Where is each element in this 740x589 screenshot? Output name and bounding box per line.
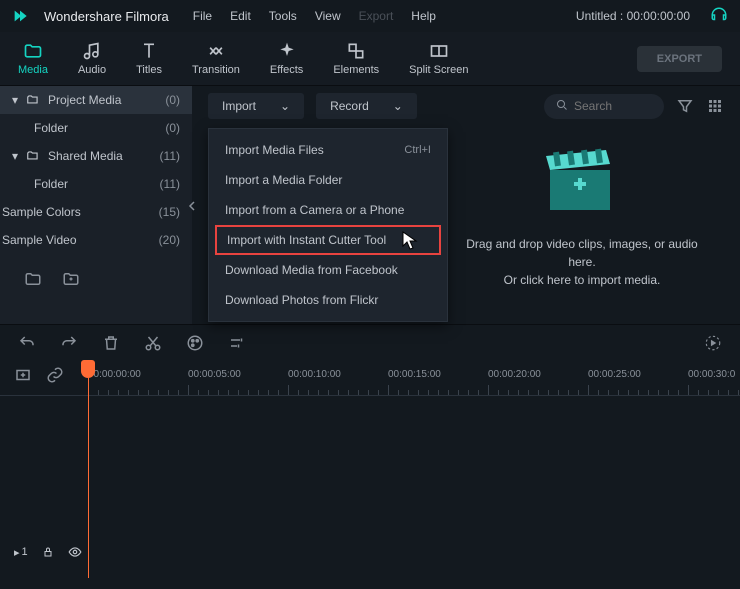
support-icon[interactable]: [710, 6, 728, 27]
panel-expand-handle[interactable]: [188, 196, 196, 216]
chevron-down-icon: ▾: [12, 93, 24, 107]
tab-titles[interactable]: Titles: [136, 41, 162, 76]
sidebar-item-shared-media[interactable]: ▾ Shared Media (11): [0, 142, 192, 170]
transition-icon: [206, 41, 226, 61]
drop-text-1: Drag and drop video clips, images, or au…: [452, 235, 712, 271]
menu-import-camera-phone[interactable]: Import from a Camera or a Phone: [209, 195, 447, 225]
folder-icon: [23, 41, 43, 61]
chevron-down-icon: ▾: [12, 149, 24, 163]
main-area: ▾ Project Media (0) Folder (0) ▾ Shared …: [0, 86, 740, 324]
sparkle-icon: [277, 41, 297, 61]
redo-icon[interactable]: [60, 334, 78, 352]
visibility-icon[interactable]: [68, 545, 82, 559]
new-folder-icon[interactable]: [24, 270, 42, 286]
chevron-down-icon: ⌄: [393, 99, 403, 113]
menu-download-flickr[interactable]: Download Photos from Flickr: [209, 285, 447, 315]
titlebar: Wondershare Filmora File Edit Tools View…: [0, 0, 740, 32]
filter-icon[interactable]: [676, 97, 694, 115]
track-controls: ▸1: [14, 545, 82, 559]
import-menu: Import Media Files Ctrl+I Import a Media…: [208, 128, 448, 322]
folder-open-icon: [26, 93, 42, 107]
sidebar-item-project-media[interactable]: ▾ Project Media (0): [0, 86, 192, 114]
color-icon[interactable]: [186, 334, 204, 352]
sidebar-item-sample-colors[interactable]: Sample Colors (15): [0, 198, 192, 226]
split-icon: [429, 41, 449, 61]
tab-effects[interactable]: Effects: [270, 41, 303, 76]
menu-export: Export: [359, 9, 394, 23]
project-title: Untitled : 00:00:00:00: [576, 9, 690, 23]
timeline: 00:00:00:00 00:00:05:00 00:00:10:00 00:00:1…: [0, 360, 740, 589]
cursor-icon: [402, 231, 418, 251]
lock-icon[interactable]: [42, 546, 54, 558]
folder-open-icon: [26, 149, 42, 163]
search-icon: [556, 99, 568, 114]
tab-elements[interactable]: Elements: [333, 41, 379, 76]
delete-icon[interactable]: [102, 334, 120, 352]
ruler-stamp: 00:00:20:00: [488, 369, 541, 380]
track-badge[interactable]: ▸1: [14, 546, 28, 559]
menu-help[interactable]: Help: [411, 9, 436, 23]
search-box[interactable]: [544, 94, 664, 119]
playhead[interactable]: [88, 360, 95, 578]
menu-import-media-folder[interactable]: Import a Media Folder: [209, 165, 447, 195]
tab-split-screen[interactable]: Split Screen: [409, 41, 468, 76]
tab-media[interactable]: Media: [18, 41, 48, 76]
timeline-ruler[interactable]: 00:00:00:00 00:00:05:00 00:00:10:00 00:00:1…: [0, 360, 740, 396]
sidebar-item-folder-1[interactable]: Folder (0): [0, 114, 192, 142]
folder-plus-icon[interactable]: [62, 270, 80, 286]
sidebar: ▾ Project Media (0) Folder (0) ▾ Shared …: [0, 86, 192, 324]
grid-view-icon[interactable]: [706, 97, 724, 115]
menu-bar: File Edit Tools View Export Help: [193, 9, 436, 23]
shapes-icon: [346, 41, 366, 61]
sidebar-item-folder-2[interactable]: Folder (11): [0, 170, 192, 198]
drop-zone[interactable]: Drag and drop video clips, images, or au…: [452, 146, 712, 289]
export-button[interactable]: EXPORT: [637, 46, 722, 72]
drop-text-2: Or click here to import media.: [452, 271, 712, 289]
tab-audio[interactable]: Audio: [78, 41, 106, 76]
chevron-down-icon: ⌄: [280, 99, 290, 113]
ruler-stamp: 00:00:15:00: [388, 369, 441, 380]
content-panel: Import ⌄ Record ⌄: [192, 86, 740, 324]
render-icon[interactable]: [704, 334, 722, 352]
ruler-stamp: 00:00:00:00: [88, 369, 141, 380]
menu-download-facebook[interactable]: Download Media from Facebook: [209, 255, 447, 285]
app-logo-icon: [12, 8, 28, 24]
main-toolbar: Media Audio Titles Transition Effects El…: [0, 32, 740, 86]
app-name: Wondershare Filmora: [44, 9, 169, 24]
menu-import-media-files[interactable]: Import Media Files Ctrl+I: [209, 135, 447, 165]
ruler-stamp: 00:00:10:00: [288, 369, 341, 380]
undo-icon[interactable]: [18, 334, 36, 352]
ruler-stamp: 00:00:30:0: [688, 369, 735, 380]
content-toolbar: Import ⌄ Record ⌄: [192, 86, 740, 126]
menu-view[interactable]: View: [315, 9, 341, 23]
cut-icon[interactable]: [144, 334, 162, 352]
text-icon: [139, 41, 159, 61]
menu-file[interactable]: File: [193, 9, 212, 23]
settings-icon[interactable]: [228, 334, 246, 352]
search-input[interactable]: [574, 99, 644, 113]
menu-tools[interactable]: Tools: [269, 9, 297, 23]
music-icon: [82, 41, 102, 61]
ruler-stamp: 00:00:25:00: [588, 369, 641, 380]
record-dropdown[interactable]: Record ⌄: [316, 93, 417, 119]
ruler-stamp: 00:00:05:00: [188, 369, 241, 380]
tab-transition[interactable]: Transition: [192, 41, 240, 76]
clapperboard-icon: [542, 146, 622, 216]
import-dropdown[interactable]: Import ⌄: [208, 93, 304, 119]
timeline-tools: [0, 324, 740, 360]
sidebar-item-sample-video[interactable]: Sample Video (20): [0, 226, 192, 254]
menu-edit[interactable]: Edit: [230, 9, 251, 23]
